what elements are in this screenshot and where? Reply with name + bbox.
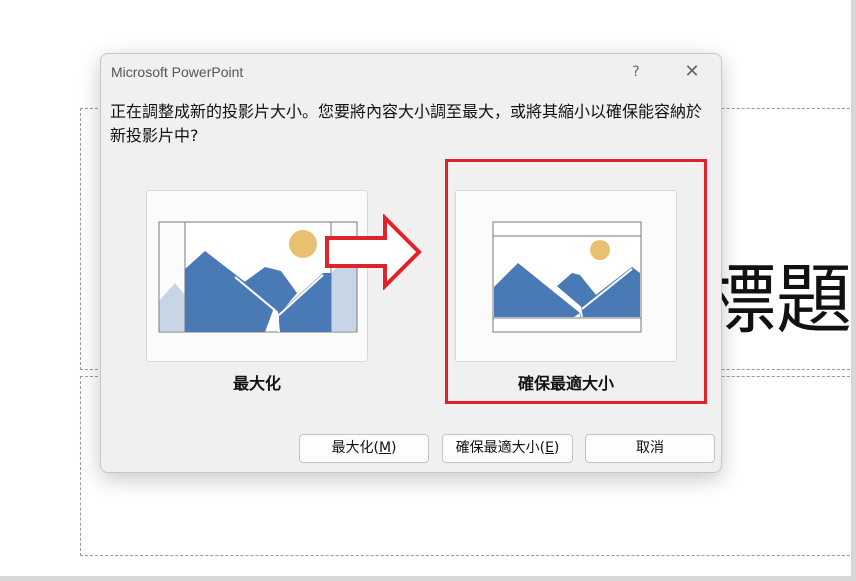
maximize-button-text: 最大化( bbox=[331, 440, 379, 456]
slide-title-text: 標題 bbox=[700, 255, 852, 344]
window-edge-bottom bbox=[0, 576, 856, 581]
ensure-fit-button[interactable]: 確保最適大小(E) bbox=[442, 434, 573, 463]
resize-dialog: Microsoft PowerPoint ? ✕ 正在調整成新的投影片大小。您要… bbox=[100, 53, 722, 473]
maximize-button-close: ) bbox=[391, 440, 397, 456]
dialog-title: Microsoft PowerPoint bbox=[111, 64, 244, 80]
close-button[interactable]: ✕ bbox=[679, 60, 705, 84]
maximize-button-accesskey: M bbox=[378, 440, 392, 456]
maximize-button[interactable]: 最大化(M) bbox=[299, 434, 429, 463]
ensure-fit-button-close: ) bbox=[553, 440, 560, 456]
highlight-box bbox=[445, 159, 707, 404]
cancel-button[interactable]: 取消 bbox=[585, 434, 715, 463]
window-edge-right bbox=[851, 0, 856, 581]
help-button[interactable]: ? bbox=[624, 60, 648, 84]
dialog-message: 正在調整成新的投影片大小。您要將內容大小調至最大，或將其縮小以確保能容納於新投影… bbox=[110, 102, 703, 145]
ensure-fit-button-text: 確保最適大小( bbox=[455, 440, 546, 456]
ensure-fit-button-accesskey: E bbox=[545, 440, 554, 456]
option-maximize-label: 最大化 bbox=[232, 374, 281, 393]
arrow-right-icon bbox=[325, 214, 422, 290]
